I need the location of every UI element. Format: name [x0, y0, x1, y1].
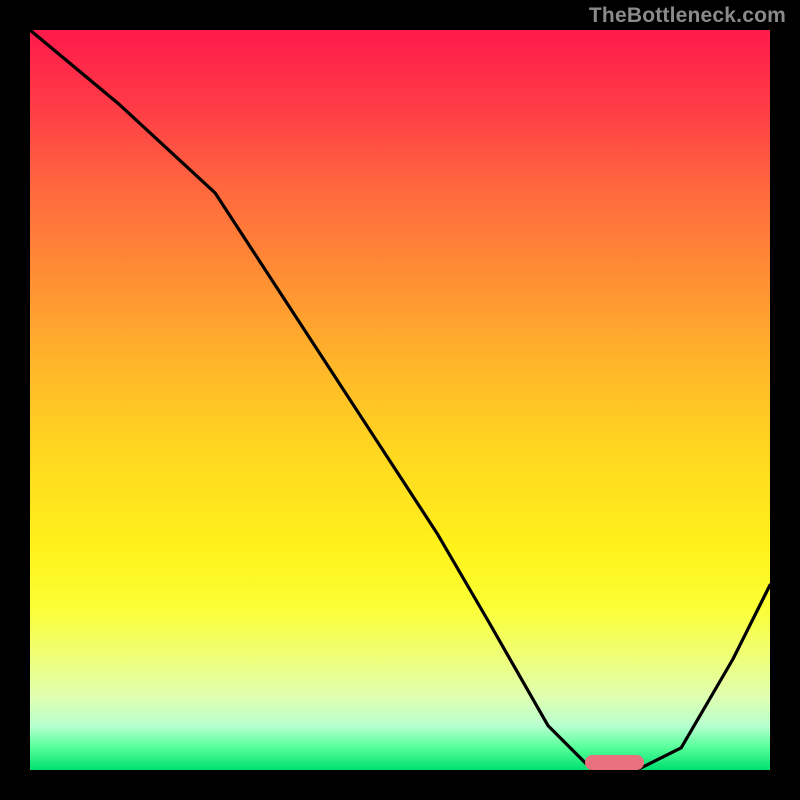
optimal-marker: [585, 755, 644, 770]
bottleneck-curve: [30, 30, 770, 770]
plot-area: [30, 30, 770, 770]
chart-frame: TheBottleneck.com: [0, 0, 800, 800]
watermark-text: TheBottleneck.com: [589, 4, 786, 28]
curve-layer: [30, 30, 770, 770]
